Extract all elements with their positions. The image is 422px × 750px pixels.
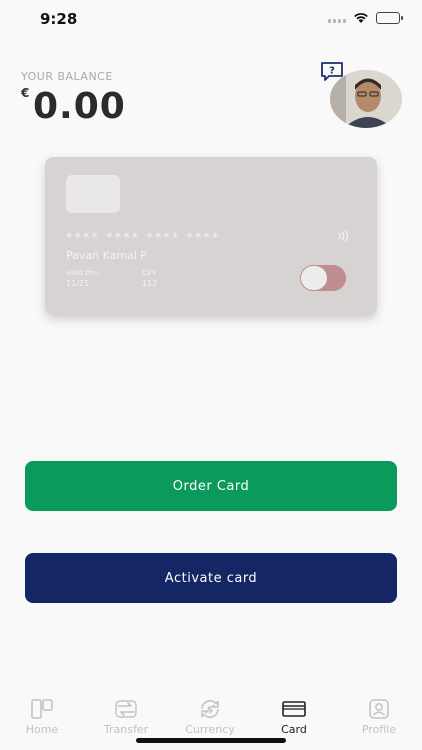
card-icon	[282, 701, 306, 717]
avatar[interactable]	[330, 70, 402, 128]
status-icons	[328, 12, 403, 24]
home-icon	[31, 699, 53, 719]
tab-transfer[interactable]: Transfer	[86, 698, 166, 736]
tab-card[interactable]: Card	[254, 698, 334, 736]
svg-text:?: ?	[329, 66, 335, 77]
balance-label: YOUR BALANCE	[21, 70, 113, 83]
battery-icon	[376, 12, 403, 24]
card-chip	[66, 175, 120, 213]
payment-card: **** **** **** **** Pavan Kamal P Valid …	[45, 157, 377, 315]
user-avatar-photo	[330, 70, 402, 128]
tab-home-label: Home	[25, 723, 59, 736]
balance-currency-symbol: €	[21, 86, 30, 100]
card-freeze-toggle[interactable]	[300, 265, 346, 291]
tab-card-label: Card	[281, 723, 307, 736]
card-valid-label: Valid thru	[66, 269, 100, 277]
card-cvv-value: 112	[142, 279, 158, 288]
card-cvv-label: CVV	[142, 269, 157, 277]
tab-currency[interactable]: $ Currency	[170, 698, 250, 736]
cellular-signal-icon	[328, 13, 346, 23]
contactless-icon	[338, 229, 349, 243]
tab-profile-label: Profile	[361, 723, 397, 736]
activate-card-button[interactable]: Activate card	[25, 553, 397, 603]
svg-text:$: $	[207, 706, 213, 716]
tab-profile[interactable]: Profile	[339, 698, 419, 736]
card-number: **** **** **** ****	[66, 231, 221, 246]
balance-amount: 0.00	[33, 86, 126, 127]
tab-transfer-label: Transfer	[103, 723, 149, 736]
currency-icon: $	[201, 699, 219, 719]
card-holder-name: Pavan Kamal P	[66, 249, 148, 262]
order-card-button[interactable]: Order Card	[25, 461, 397, 511]
tab-currency-label: Currency	[185, 723, 235, 736]
card-toggle-knob	[301, 266, 327, 290]
home-indicator	[136, 738, 286, 743]
card-valid-value: 11/25	[66, 279, 90, 288]
tab-home[interactable]: Home	[2, 698, 82, 736]
profile-icon	[369, 699, 389, 719]
status-bar: 9:28	[0, 0, 422, 40]
wifi-icon	[354, 13, 368, 23]
status-time: 9:28	[40, 10, 78, 28]
transfer-icon	[115, 700, 137, 718]
